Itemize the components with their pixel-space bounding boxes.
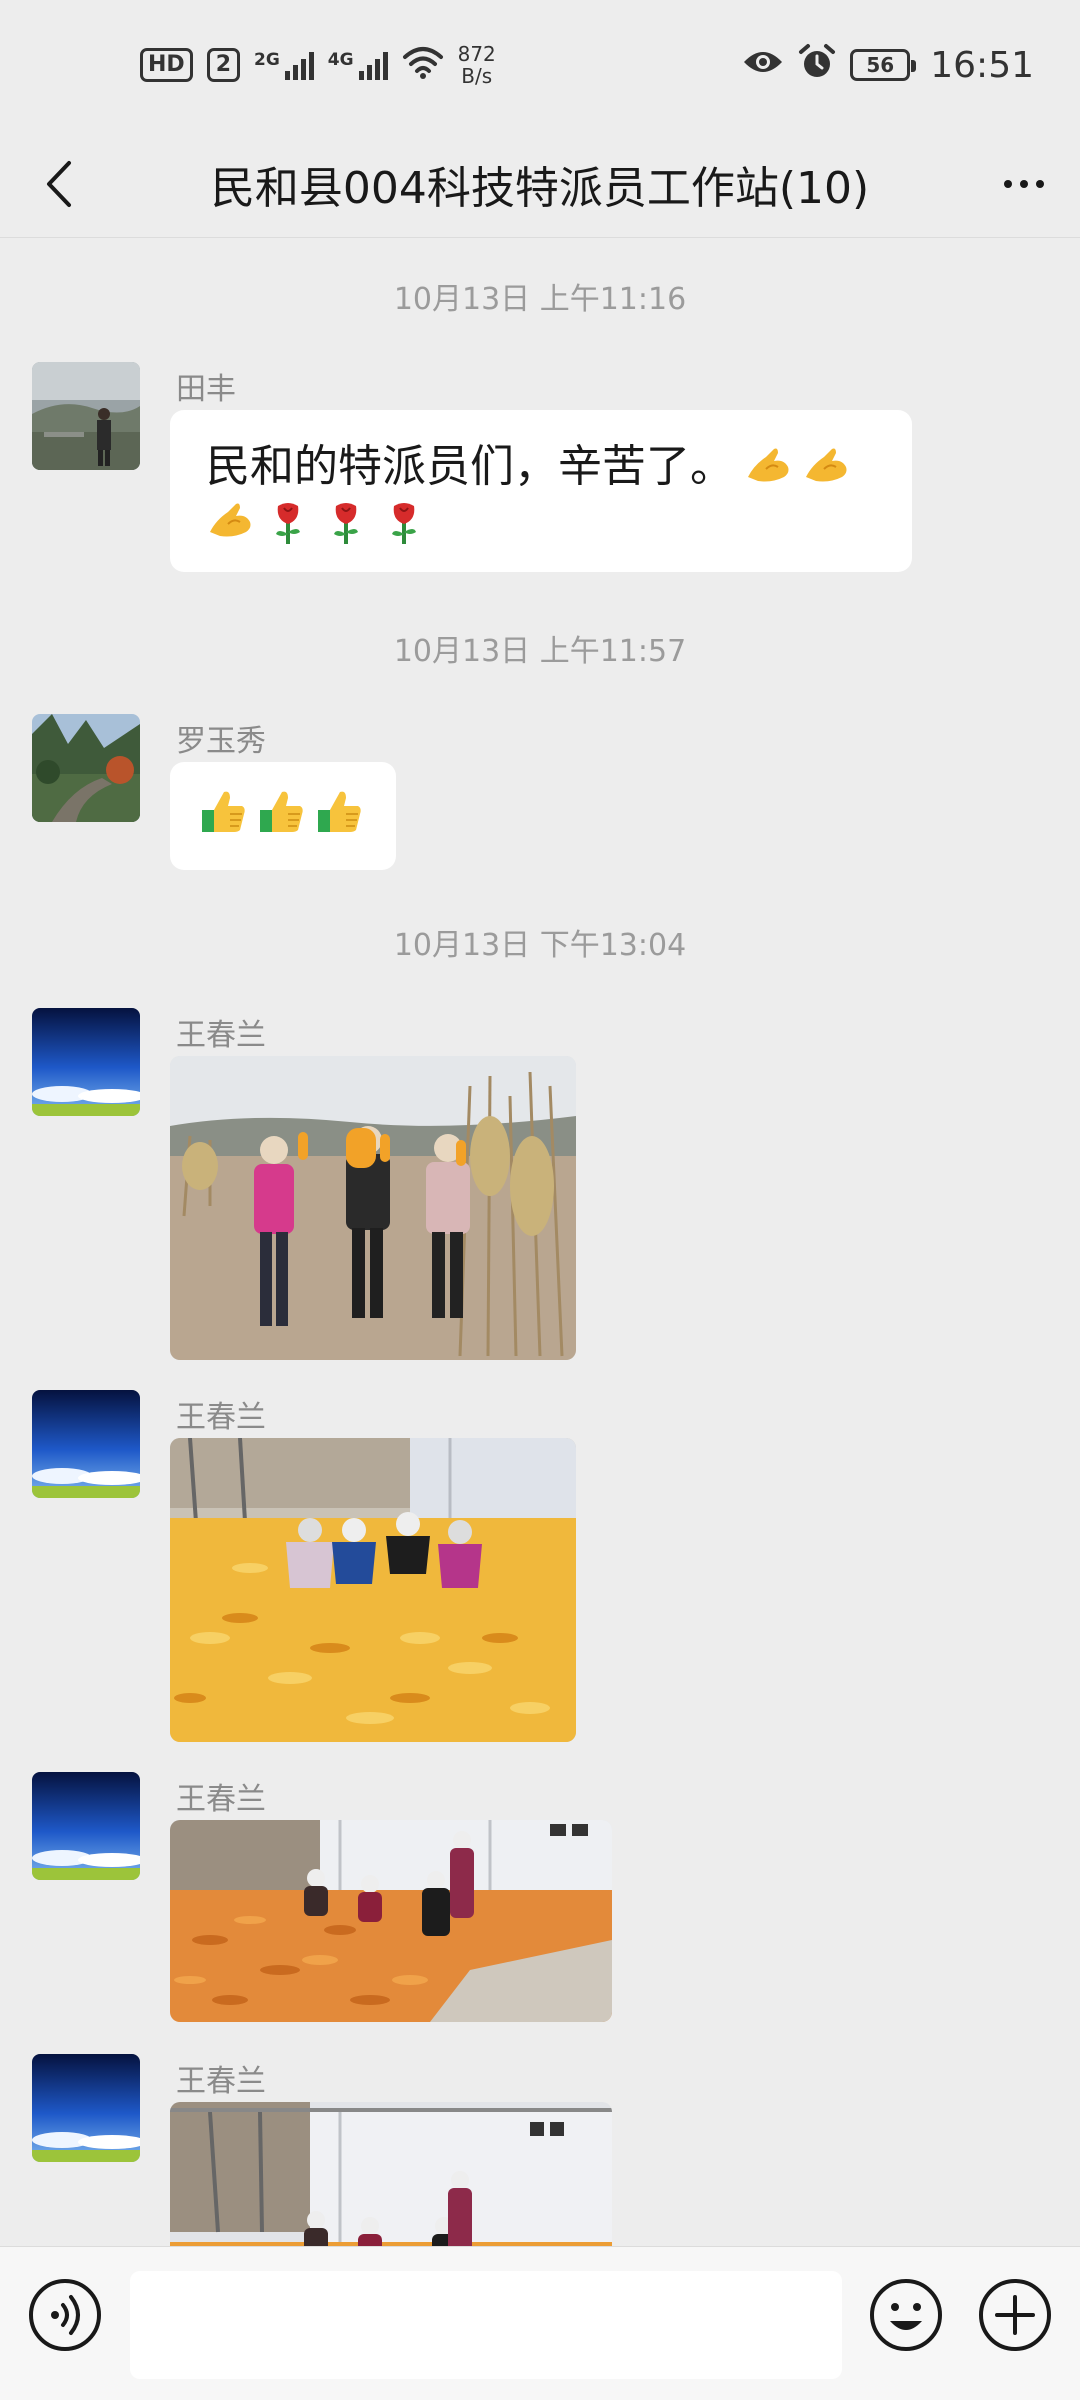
- voice-button[interactable]: [27, 2277, 103, 2353]
- input-bar: [0, 2246, 1080, 2400]
- battery-level: 56: [866, 53, 895, 77]
- net-speed-value: 872: [457, 42, 496, 66]
- timestamp: 10月13日 上午11:16: [393, 282, 687, 317]
- avatar[interactable]: [32, 2054, 140, 2162]
- sender-name: 王春兰: [176, 2064, 266, 2099]
- rose-icon: [392, 503, 416, 544]
- emoji-icon: [870, 2279, 942, 2351]
- chat-screen: HD 2 2G 4G 872 B/s 56 16:51 民和县004科技特派员工…: [0, 0, 1080, 2400]
- thumbs-up-icon: [260, 791, 303, 832]
- message-line: 民和的特派员们，辛苦了。: [206, 436, 876, 498]
- message-text: 民和的特派员们，辛苦了。: [206, 441, 734, 492]
- message-bubble[interactable]: 民和的特派员们，辛苦了。: [170, 410, 912, 572]
- wifi-icon: [402, 45, 444, 86]
- status-right: 56 16:51: [742, 43, 1034, 88]
- rose-icon: [276, 503, 300, 544]
- net-speed: 872 B/s: [458, 43, 496, 87]
- message-bubble[interactable]: [170, 762, 396, 870]
- signal-4g-label: 4G: [327, 50, 354, 70]
- thumbs-up-icon: [318, 791, 361, 832]
- sender-name: 王春兰: [176, 1018, 266, 1053]
- photo-message[interactable]: [170, 1438, 576, 1742]
- avatar[interactable]: [32, 714, 140, 822]
- avatar[interactable]: [32, 1390, 140, 1498]
- clock: 16:51: [930, 44, 1034, 86]
- emoji-line: [200, 788, 366, 836]
- ok-hand-icon: [748, 448, 789, 482]
- photo-message[interactable]: [170, 2102, 612, 2246]
- more-dot: [1020, 180, 1028, 188]
- timestamp: 10月13日 上午11:57: [393, 634, 687, 669]
- message-input[interactable]: [130, 2271, 842, 2379]
- signal-4g-icon: 4G: [328, 50, 388, 80]
- ok-hand-icon: [210, 503, 251, 537]
- hd-badge: HD: [140, 48, 193, 82]
- sender-name: 田丰: [176, 372, 236, 407]
- signal-2g-icon: 2G: [254, 50, 314, 80]
- net-speed-unit: B/s: [461, 64, 493, 88]
- title-bar: 民和县004科技特派员工作站(10): [0, 130, 1080, 238]
- voice-icon: [29, 2279, 101, 2351]
- more-dot: [1004, 180, 1012, 188]
- avatar[interactable]: [32, 1772, 140, 1880]
- more-functions-button[interactable]: [977, 2277, 1053, 2353]
- rose-icon: [334, 503, 358, 544]
- alarm-icon: [798, 43, 836, 88]
- battery-icon: 56: [850, 49, 917, 81]
- chevron-left-icon: [47, 161, 71, 207]
- sender-name: 王春兰: [176, 1400, 266, 1435]
- sim-slot-badge: 2: [206, 48, 240, 82]
- plus-icon: [979, 2279, 1051, 2351]
- photo-message[interactable]: [170, 1056, 576, 1360]
- emoji-button[interactable]: [868, 2277, 944, 2353]
- avatar[interactable]: [32, 1008, 140, 1116]
- eye-icon: [742, 48, 784, 83]
- back-button[interactable]: [30, 156, 86, 212]
- signal-2g-label: 2G: [254, 50, 280, 70]
- more-dot: [1036, 180, 1044, 188]
- status-bar: HD 2 2G 4G 872 B/s 56 16:51: [0, 0, 1080, 130]
- thumbs-up-icon: [202, 791, 245, 832]
- sender-name: 罗玉秀: [176, 724, 266, 759]
- message-list[interactable]: 10月13日 上午11:16 田丰 民和的特派员们，辛苦了。 10月13日 上午…: [0, 238, 1080, 2246]
- chat-title: 民和县004科技特派员工作站(10): [210, 162, 870, 214]
- status-left: HD 2 2G 4G 872 B/s: [140, 43, 496, 87]
- timestamp: 10月13日 下午13:04: [393, 928, 687, 963]
- more-options-button[interactable]: [994, 156, 1054, 212]
- ok-hand-icon: [806, 448, 847, 482]
- photo-message[interactable]: [170, 1820, 612, 2022]
- emoji-line: [206, 498, 876, 546]
- sender-name: 王春兰: [176, 1782, 266, 1817]
- avatar[interactable]: [32, 362, 140, 470]
